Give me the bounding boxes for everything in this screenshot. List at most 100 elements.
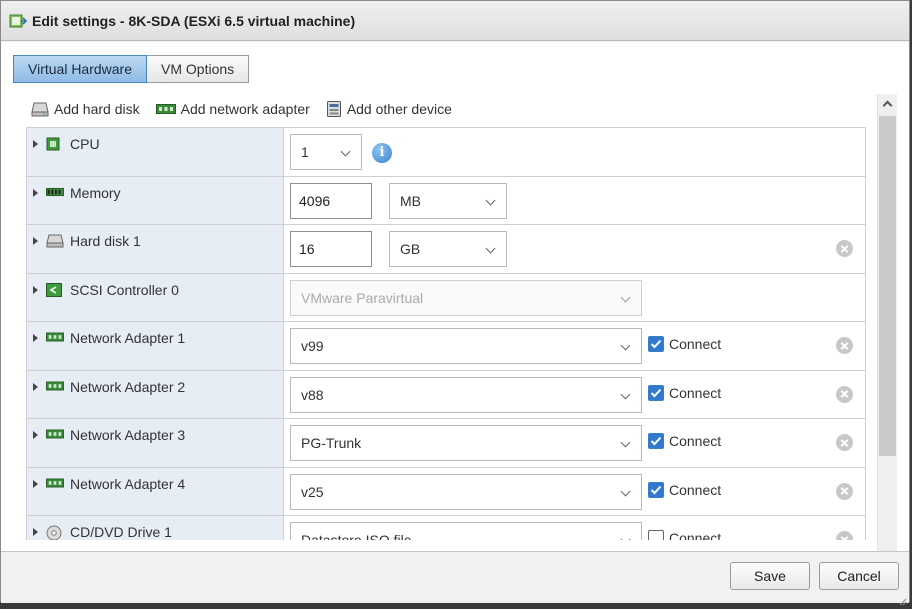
connect-checkbox[interactable]: Connect (648, 336, 721, 352)
memory-unit-value: MB (400, 192, 421, 209)
memory-size-input[interactable]: 4096 (290, 182, 372, 219)
cpu-count-select[interactable]: 1 (290, 134, 362, 170)
expand-arrow-icon[interactable] (33, 334, 38, 342)
expand-arrow-icon[interactable] (33, 479, 38, 488)
title-bar: Edit settings - 8K-SDA (ESXi 6.5 virtual… (1, 1, 909, 41)
network-adapter-label: Network Adapter 2 (70, 378, 186, 395)
dialog-title: Edit settings - 8K-SDA (ESXi 6.5 virtual… (32, 12, 356, 29)
device-row-scsi-controller: SCSI Controller 0 VMware Paravirtual (27, 273, 866, 322)
network-select[interactable]: v25 (290, 473, 642, 510)
device-value-cell: VMware Paravirtual (284, 273, 866, 321)
device-label-cell: CD/DVD Drive 1 (27, 516, 284, 540)
cancel-button[interactable]: Cancel (819, 562, 899, 590)
tab-vm-options[interactable]: VM Options (147, 55, 250, 83)
scsi-controller-label: SCSI Controller 0 (70, 281, 179, 298)
info-icon[interactable]: i (372, 143, 392, 163)
remove-device-icon[interactable] (836, 531, 853, 540)
cpu-count-value: 1 (301, 144, 309, 160)
network-adapter-icon (46, 331, 64, 345)
cd-source-value: Datastore ISO file (301, 532, 412, 540)
add-hard-disk-button[interactable]: Add hard disk (31, 101, 140, 117)
network-value: v88 (301, 386, 324, 403)
remove-device-icon[interactable] (836, 482, 853, 500)
hardware-toolbar: Add hard disk Add network adapter Add ot… (31, 100, 468, 118)
connect-checkbox[interactable]: Connect (648, 481, 722, 498)
expand-arrow-icon[interactable] (33, 431, 38, 439)
scroll-thumb[interactable] (879, 116, 896, 456)
remove-device-icon[interactable] (836, 385, 853, 403)
chevron-down-icon (485, 243, 496, 254)
network-adapter-label: Network Adapter 4 (70, 475, 186, 492)
network-select[interactable]: v88 (290, 376, 642, 413)
save-button[interactable]: Save (730, 562, 810, 590)
remove-device-icon[interactable] (836, 434, 853, 451)
memory-label: Memory (70, 184, 121, 201)
device-row-network-adapter-2: Network Adapter 2 v88 Connect (27, 370, 866, 419)
remove-device-icon[interactable] (836, 240, 853, 257)
device-value-cell: 16 GB (284, 225, 866, 273)
expand-arrow-icon[interactable] (33, 188, 38, 197)
scsi-controller-icon (46, 282, 64, 297)
device-value-cell: Datastore ISO file Connect (284, 516, 866, 540)
network-select[interactable]: v99 (290, 328, 642, 364)
device-value-cell: v99 Connect (284, 322, 866, 370)
chevron-down-icon (620, 389, 631, 399)
tab-virtual-hardware[interactable]: Virtual Hardware (13, 55, 148, 83)
checkmark-icon (648, 336, 664, 352)
memory-unit-select[interactable]: MB (389, 182, 507, 219)
dialog-footer: Save Cancel (1, 551, 909, 606)
device-label-cell: Network Adapter 1 (27, 322, 284, 370)
network-adapter-icon (46, 380, 64, 394)
chevron-down-icon (620, 340, 631, 351)
network-adapter-label: Network Adapter 1 (70, 330, 186, 346)
device-label-cell: CPU (27, 128, 284, 176)
device-row-network-adapter-3: Network Adapter 3 PG-Trunk Connect (27, 419, 866, 468)
checkmark-icon (648, 433, 664, 449)
expand-arrow-icon[interactable] (33, 237, 38, 245)
hard-disk-label: Hard disk 1 (70, 233, 141, 249)
memory-icon (46, 186, 64, 200)
tab-bar: Virtual Hardware VM Options (13, 55, 250, 83)
add-other-device-button[interactable]: Add other device (326, 100, 452, 118)
connect-checkbox[interactable]: Connect (648, 384, 721, 401)
device-value-cell: 4096 MB (284, 176, 866, 224)
scroll-up-arrow-icon[interactable] (878, 94, 898, 114)
add-network-adapter-label: Add network adapter (180, 101, 310, 117)
connect-checkbox[interactable]: Connect (648, 530, 721, 540)
hardware-grid: CPU 1 i Memory 4096 MB Hard disk 1 16 GB… (26, 127, 866, 540)
network-value: v25 (301, 483, 324, 500)
edit-settings-dialog: Edit settings - 8K-SDA (ESXi 6.5 virtual… (0, 0, 910, 606)
expand-arrow-icon[interactable] (33, 382, 38, 391)
expand-arrow-icon[interactable] (33, 285, 38, 294)
connect-label: Connect (669, 530, 722, 540)
disk-size-input[interactable]: 16 (290, 231, 372, 267)
expand-arrow-icon[interactable] (33, 528, 38, 536)
remove-device-icon[interactable] (836, 337, 853, 354)
device-row-cpu: CPU 1 i (27, 128, 866, 177)
network-adapter-label: Network Adapter 3 (70, 427, 186, 443)
cd-source-select[interactable]: Datastore ISO file (290, 522, 642, 540)
device-row-hard-disk-1: Hard disk 1 16 GB (27, 225, 866, 274)
device-row-network-adapter-4: Network Adapter 4 v25 Connect (27, 467, 866, 516)
device-value-cell: v88 Connect (284, 370, 866, 418)
chevron-down-icon (340, 146, 351, 157)
cpu-icon (46, 137, 64, 151)
device-value-cell: v25 Connect (284, 467, 866, 515)
checkbox-icon (648, 530, 664, 540)
expand-arrow-icon[interactable] (33, 140, 38, 148)
add-network-adapter-button[interactable]: Add network adapter (155, 101, 310, 117)
resize-grip-icon[interactable] (899, 593, 907, 606)
device-icon (326, 100, 342, 118)
connect-label: Connect (669, 481, 722, 498)
network-select[interactable]: PG-Trunk (290, 425, 642, 461)
disk-unit-select[interactable]: GB (389, 231, 507, 267)
vm-settings-icon (9, 12, 28, 30)
device-row-network-adapter-1: Network Adapter 1 v99 Connect (27, 322, 866, 371)
disk-unit-value: GB (400, 241, 421, 257)
connect-checkbox[interactable]: Connect (648, 433, 721, 449)
scsi-type-select: VMware Paravirtual (290, 279, 642, 316)
hard-disk-icon (46, 234, 64, 248)
vertical-scrollbar[interactable] (877, 94, 897, 580)
network-adapter-icon (46, 477, 64, 491)
device-label-cell: SCSI Controller 0 (27, 273, 284, 321)
